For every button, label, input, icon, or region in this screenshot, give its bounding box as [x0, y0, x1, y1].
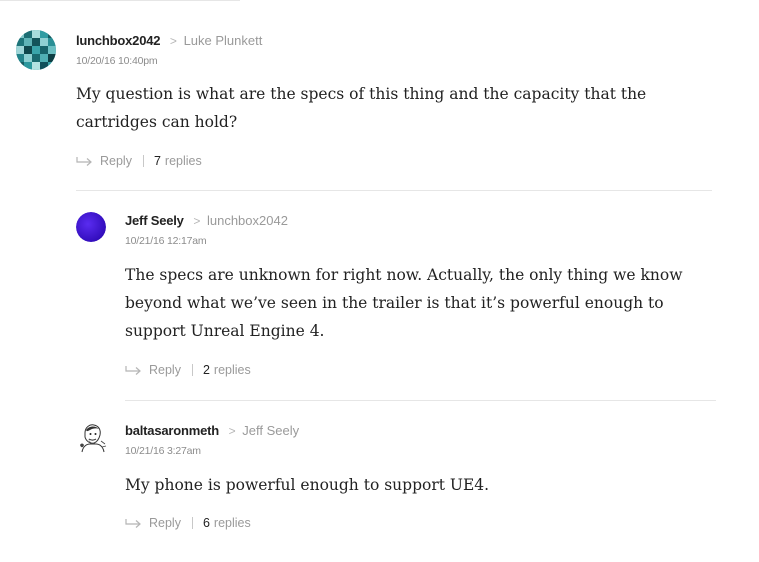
comment-body: The specs are unknown for right now. Act…	[125, 266, 683, 340]
author-name[interactable]: Jeff Seely	[125, 213, 184, 228]
chevron-right-icon: >	[228, 424, 236, 438]
comment-actions: Reply 6 replies	[125, 516, 251, 530]
comment-lunchbox2042: lunchbox2042 > Luke Plunkett 10/20/16 10…	[0, 0, 759, 190]
separator	[191, 364, 193, 376]
replies-link[interactable]: 2 replies	[203, 363, 251, 377]
chevron-right-icon: >	[193, 214, 201, 228]
comment-header: lunchbox2042 > Luke Plunkett	[76, 32, 262, 50]
purple-circle-avatar-icon	[76, 212, 106, 242]
reply-to-name[interactable]: Jeff Seely	[242, 423, 299, 438]
separator	[142, 155, 144, 167]
chevron-right-icon: >	[169, 34, 177, 48]
reply-button[interactable]: Reply	[149, 363, 181, 377]
reply-button[interactable]: Reply	[149, 516, 181, 530]
avatar[interactable]	[76, 421, 108, 453]
author-name[interactable]: lunchbox2042	[76, 33, 160, 48]
timestamp[interactable]: 10/21/16 12:17am	[125, 235, 207, 247]
replies-label: replies	[213, 363, 251, 377]
avatar[interactable]	[76, 212, 106, 242]
author-name[interactable]: baltasaronmeth	[125, 423, 219, 438]
replies-label: replies	[213, 516, 251, 530]
comment-header: baltasaronmeth > Jeff Seely	[125, 422, 299, 440]
replies-link[interactable]: 6 replies	[203, 516, 251, 530]
replies-count: 2	[202, 363, 210, 377]
comment-actions: Reply 7 replies	[76, 154, 202, 168]
reply-to-name[interactable]: Luke Plunkett	[184, 33, 263, 48]
reply-arrow-icon	[76, 157, 92, 166]
timestamp[interactable]: 10/21/16 3:27am	[125, 445, 201, 457]
replies-count: 7	[153, 154, 161, 168]
reply-arrow-icon	[125, 366, 141, 375]
reply-arrow-icon	[125, 519, 141, 528]
teal-pixel-avatar-icon	[16, 30, 56, 70]
separator	[191, 517, 193, 529]
comment-actions: Reply 2 replies	[125, 363, 251, 377]
comment-body: My phone is powerful enough to support U…	[125, 476, 490, 494]
replies-link[interactable]: 7 replies	[154, 154, 202, 168]
replies-count: 6	[202, 516, 210, 530]
timestamp[interactable]: 10/20/16 10:40pm	[76, 55, 158, 67]
reply-button[interactable]: Reply	[100, 154, 132, 168]
comment-jeff-seely: Jeff Seely > lunchbox2042 10/21/16 12:17…	[0, 190, 759, 400]
avatar[interactable]	[16, 30, 56, 70]
reply-to-name[interactable]: lunchbox2042	[207, 213, 288, 228]
sketch-portrait-avatar-icon	[76, 421, 108, 453]
replies-label: replies	[164, 154, 202, 168]
comment-header: Jeff Seely > lunchbox2042	[125, 212, 288, 230]
comment-baltasaronmeth: baltasaronmeth > Jeff Seely 10/21/16 3:2…	[0, 400, 759, 562]
comment-body: My question is what are the specs of thi…	[76, 85, 647, 131]
